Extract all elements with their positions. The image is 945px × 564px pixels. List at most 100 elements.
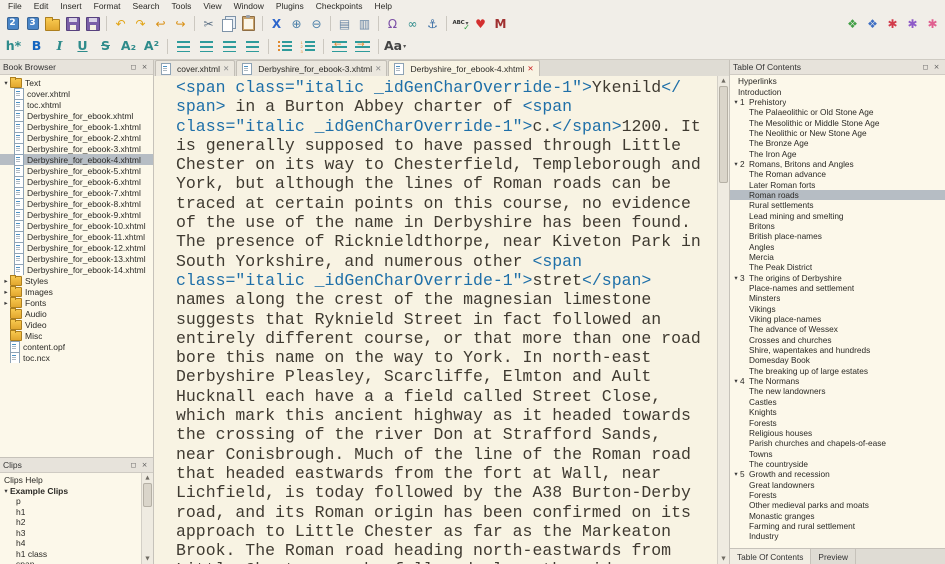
menu-edit[interactable]: Edit bbox=[28, 0, 55, 13]
tab-derbyshire-for-ebook-3-xhtml[interactable]: Derbyshire_for_ebook-3.xhtml✕ bbox=[236, 60, 387, 76]
toc-item-the-palaeolithic-or-old-stone-age[interactable]: The Palaeolithic or Old Stone Age bbox=[730, 107, 945, 117]
clip-item-h4[interactable]: h4 bbox=[0, 538, 141, 549]
toc-item-viking-place-names[interactable]: Viking place-names bbox=[730, 314, 945, 324]
clip-item-h3[interactable]: h3 bbox=[0, 528, 141, 539]
toc-close-button[interactable]: × bbox=[931, 63, 942, 71]
toc-item-growth-and-recession[interactable]: ▾5Growth and recession bbox=[730, 469, 945, 479]
book-item-derbyshire-for-ebook-7-xhtml[interactable]: Derbyshire_for_ebook-7.xhtml bbox=[0, 187, 153, 198]
collapse-icon[interactable]: ▾ bbox=[732, 470, 740, 478]
toc-item-forests[interactable]: Forests bbox=[730, 490, 945, 500]
clips-scrollbar[interactable]: ▲ ▼ bbox=[141, 473, 153, 564]
toc-item-crosses-and-churches[interactable]: Crosses and churches bbox=[730, 335, 945, 345]
find-replace-button[interactable]: X bbox=[267, 15, 286, 33]
book-item-derbyshire-for-ebook-xhtml[interactable]: Derbyshire_for_ebook.xhtml bbox=[0, 110, 153, 121]
menu-search[interactable]: Search bbox=[127, 0, 166, 13]
paste-button[interactable] bbox=[239, 15, 258, 33]
expand-icon[interactable]: ▸ bbox=[2, 288, 10, 296]
bullet-list-button[interactable] bbox=[274, 36, 295, 57]
clips-scrollbar-thumb[interactable] bbox=[143, 483, 152, 507]
outdent-button[interactable] bbox=[329, 36, 350, 57]
toc-item-farming-and-rural-settlement[interactable]: Farming and rural settlement bbox=[730, 521, 945, 531]
back-button[interactable]: ↩ bbox=[151, 15, 170, 33]
toc-item-british-place-names[interactable]: British place-names bbox=[730, 231, 945, 241]
tab-derbyshire-for-ebook-4-xhtml[interactable]: Derbyshire_for_ebook-4.xhtml✕ bbox=[388, 60, 539, 76]
toc-item-other-medieval-parks-and-moats[interactable]: Other medieval parks and moats bbox=[730, 500, 945, 510]
split-view-button[interactable]: ▥ bbox=[355, 15, 374, 33]
indent-button[interactable] bbox=[352, 36, 373, 57]
toc-item-later-roman-forts[interactable]: Later Roman forts bbox=[730, 179, 945, 189]
menu-help[interactable]: Help bbox=[369, 0, 398, 13]
book-browser-close-button[interactable]: × bbox=[139, 63, 150, 71]
new-epub3-button[interactable]: 3 bbox=[23, 15, 42, 33]
superscript-button[interactable]: A² bbox=[141, 36, 162, 57]
book-item-fonts[interactable]: ▸Fonts bbox=[0, 297, 153, 308]
book-item-derbyshire-for-ebook-10-xhtml[interactable]: Derbyshire_for_ebook-10.xhtml bbox=[0, 220, 153, 231]
clip-item-p[interactable]: p bbox=[0, 496, 141, 507]
menu-window[interactable]: Window bbox=[228, 0, 270, 13]
toc-item-mercia[interactable]: Mercia bbox=[730, 252, 945, 262]
toc-item-religious-houses[interactable]: Religious houses bbox=[730, 428, 945, 438]
book-item-derbyshire-for-ebook-1-xhtml[interactable]: Derbyshire_for_ebook-1.xhtml bbox=[0, 121, 153, 132]
book-item-toc-xhtml[interactable]: toc.xhtml bbox=[0, 99, 153, 110]
menu-format[interactable]: Format bbox=[88, 0, 127, 13]
toc-item-the-advance-of-wessex[interactable]: The advance of Wessex bbox=[730, 324, 945, 334]
book-item-derbyshire-for-ebook-3-xhtml[interactable]: Derbyshire_for_ebook-3.xhtml bbox=[0, 143, 153, 154]
toc-item-monastic-granges[interactable]: Monastic granges bbox=[730, 510, 945, 520]
toc-item-britons[interactable]: Britons bbox=[730, 221, 945, 231]
metadata-button[interactable]: M bbox=[491, 15, 510, 33]
editor-scrollbar[interactable]: ▲ ▼ bbox=[717, 76, 729, 564]
plugin-green-button[interactable]: ❖ bbox=[843, 15, 862, 33]
book-item-derbyshire-for-ebook-8-xhtml[interactable]: Derbyshire_for_ebook-8.xhtml bbox=[0, 198, 153, 209]
book-item-toc-ncx[interactable]: toc.ncx bbox=[0, 352, 153, 363]
bottom-tab-preview[interactable]: Preview bbox=[811, 549, 856, 564]
book-item-images[interactable]: ▸Images bbox=[0, 286, 153, 297]
toc-item-shire-wapentakes-and-hundreds[interactable]: Shire, wapentakes and hundreds bbox=[730, 345, 945, 355]
align-center-button[interactable] bbox=[196, 36, 217, 57]
book-item-derbyshire-for-ebook-2-xhtml[interactable]: Derbyshire_for_ebook-2.xhtml bbox=[0, 132, 153, 143]
toc-item-the-bronze-age[interactable]: The Bronze Age bbox=[730, 138, 945, 148]
bold-button[interactable]: B bbox=[26, 36, 47, 57]
toc-item-hyperlinks[interactable]: Hyperlinks bbox=[730, 76, 945, 86]
toc-item-roman-roads[interactable]: Roman roads bbox=[730, 190, 945, 200]
plugin-red-button[interactable]: ✱ bbox=[883, 15, 902, 33]
undo-button[interactable]: ↶ bbox=[111, 15, 130, 33]
toc-item-the-neolithic-or-new-stone-age[interactable]: The Neolithic or New Stone Age bbox=[730, 128, 945, 138]
book-item-derbyshire-for-ebook-14-xhtml[interactable]: Derbyshire_for_ebook-14.xhtml bbox=[0, 264, 153, 275]
expand-icon[interactable]: ▸ bbox=[2, 277, 10, 285]
numbered-list-button[interactable] bbox=[297, 36, 318, 57]
toc-item-the-normans[interactable]: ▾4The Normans bbox=[730, 376, 945, 386]
zoom-out-button[interactable]: ⊖ bbox=[307, 15, 326, 33]
cut-button[interactable]: ✂ bbox=[199, 15, 218, 33]
toc-item-parish-churches-and-chapels-of-ease[interactable]: Parish churches and chapels-of-ease bbox=[730, 438, 945, 448]
subscript-button[interactable]: A₂ bbox=[118, 36, 139, 57]
book-item-derbyshire-for-ebook-13-xhtml[interactable]: Derbyshire_for_ebook-13.xhtml bbox=[0, 253, 153, 264]
toc-item-great-landowners[interactable]: Great landowners bbox=[730, 479, 945, 489]
clip-item-span[interactable]: span bbox=[0, 559, 141, 564]
book-item-text[interactable]: ▾Text bbox=[0, 77, 153, 88]
scroll-up-icon[interactable]: ▲ bbox=[145, 473, 149, 483]
tab-cover-xhtml[interactable]: cover.xhtml✕ bbox=[155, 60, 235, 76]
open-book-button[interactable] bbox=[43, 15, 62, 33]
toc-item-romans-britons-and-angles[interactable]: ▾2Romans, Britons and Angles bbox=[730, 159, 945, 169]
toc-item-industry[interactable]: Industry bbox=[730, 531, 945, 541]
menu-insert[interactable]: Insert bbox=[54, 0, 87, 13]
book-view-button[interactable]: ▤ bbox=[335, 15, 354, 33]
book-browser-float-button[interactable]: ◻ bbox=[128, 63, 139, 71]
book-item-content-opf[interactable]: content.opf bbox=[0, 341, 153, 352]
toc-item-towns[interactable]: Towns bbox=[730, 448, 945, 458]
book-item-styles[interactable]: ▸Styles bbox=[0, 275, 153, 286]
toc-item-forests[interactable]: Forests bbox=[730, 417, 945, 427]
toc-item-the-peak-district[interactable]: The Peak District bbox=[730, 262, 945, 272]
clips-float-button[interactable]: ◻ bbox=[128, 461, 139, 469]
toc-item-angles[interactable]: Angles bbox=[730, 242, 945, 252]
align-right-button[interactable] bbox=[219, 36, 240, 57]
toc-item-lead-mining-and-smelting[interactable]: Lead mining and smelting bbox=[730, 210, 945, 220]
underline-button[interactable]: U bbox=[72, 36, 93, 57]
save-button[interactable] bbox=[63, 15, 82, 33]
clip-item-clips-help[interactable]: Clips Help bbox=[0, 475, 141, 486]
toc-item-the-mesolithic-or-middle-stone-age[interactable]: The Mesolithic or Middle Stone Age bbox=[730, 117, 945, 127]
toc-item-castles[interactable]: Castles bbox=[730, 397, 945, 407]
scroll-up-icon[interactable]: ▲ bbox=[721, 76, 725, 86]
collapse-icon[interactable]: ▾ bbox=[2, 487, 10, 495]
menu-tools[interactable]: Tools bbox=[165, 0, 197, 13]
